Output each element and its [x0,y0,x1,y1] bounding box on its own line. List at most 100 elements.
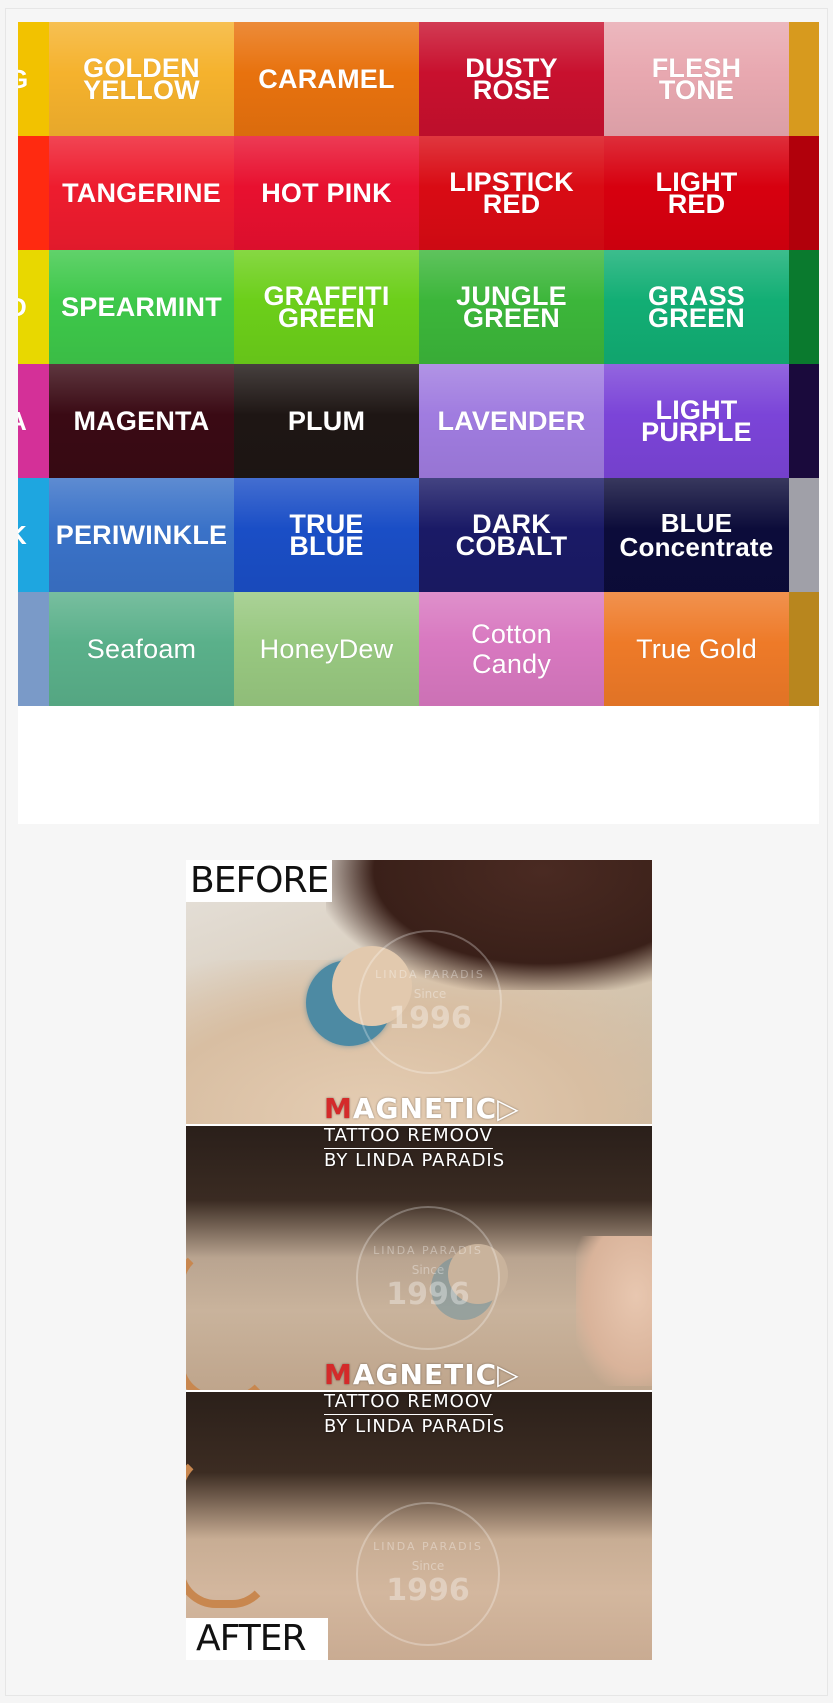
logo-tagline: TATTOO REMOOV [324,1390,493,1415]
logo-brand-initial: M [324,1092,353,1125]
color-swatch-partial: A [18,364,49,478]
color-swatch: Seafoam [49,592,234,706]
swatch-label: GRAFFITI GREEN [263,281,390,333]
color-swatch-partial: G [18,22,49,136]
color-swatch: LIPSTICK RED [419,136,604,250]
before-label: BEFORE [186,860,333,902]
magnetic-logo: MAGNETIC▷ TATTOO REMOOV BY LINDA PARADIS [324,1360,524,1439]
watermark-seal: LINDA PARADIS Since 1996 [356,1206,500,1350]
swatch-label: True Gold [636,634,757,664]
logo-byline: BY LINDA PARADIS [324,1150,506,1171]
color-swatch-partial [789,478,819,592]
color-swatch: HoneyDew [234,592,419,706]
chart-row: A MAGENTA PLUM LAVENDER LIGHT PURPLE [18,364,819,478]
watermark-since: Since [411,1263,445,1277]
swatch-label: Seafoam [86,634,197,664]
color-swatch: PERIWINKLE [49,478,234,592]
swatch-label-partial: K [18,522,31,548]
watermark-year: 1996 [386,1573,470,1608]
swatch-label: GOLDEN YELLOW [83,53,200,105]
color-swatch: GRAFFITI GREEN [234,250,419,364]
logo-brand: MAGNETIC▷ [324,1360,524,1390]
swatch-label: JUNGLE GREEN [456,281,567,333]
color-swatch: LIGHT PURPLE [604,364,789,478]
before-after-photo: LINDA PARADIS Since 1996 BEFORE LINDA PA… [186,860,652,1660]
swatch-label: BLUE Concentrate [619,508,774,562]
swatch-label: MAGENTA [73,406,210,436]
logo-brand: MAGNETIC▷ [324,1094,524,1124]
color-swatch: MAGENTA [49,364,234,478]
color-swatch: LIGHT RED [604,136,789,250]
swatch-label: SPEARMINT [61,292,222,322]
chair [186,1246,272,1390]
logo-arrow-icon: ▷ [497,1092,520,1125]
color-swatch: DUSTY ROSE [419,22,604,136]
color-swatch: BLUE Concentrate [604,478,789,592]
swatch-label: TRUE BLUE [289,509,364,561]
swatch-label: PERIWINKLE [55,520,228,550]
chair [186,1452,272,1608]
logo-byline: BY LINDA PARADIS [324,1416,506,1437]
color-swatch: Cotton Candy [419,592,604,706]
hand [576,1236,652,1386]
swatch-label: FLESH TONE [651,53,742,105]
color-swatch: FLESH TONE [604,22,789,136]
color-swatch-partial [18,136,49,250]
watermark-since: Since [411,1559,445,1573]
watermark-seal: LINDA PARADIS Since 1996 [356,1502,500,1646]
swatch-label: HOT PINK [261,178,392,208]
swatch-label: LIPSTICK RED [449,167,574,219]
chart-row: G GOLDEN YELLOW CARAMEL DUSTY ROSE FLESH TON… [18,22,819,136]
swatch-label: LAVENDER [437,406,586,436]
color-swatch: True Gold [604,592,789,706]
color-swatch: GRASS GREEN [604,250,789,364]
swatch-label: Cotton Candy [471,619,552,679]
swatch-label: HoneyDew [259,634,394,664]
chart-row: TANGERINE HOT PINK LIPSTICK RED LIGHT RED [18,136,819,250]
swatch-label: LIGHT RED [655,167,738,219]
watermark-seal: LINDA PARADIS Since 1996 [358,930,502,1074]
color-swatch: DARK COBALT [419,478,604,592]
after-label: AFTER [186,1618,328,1660]
color-swatch: LAVENDER [419,364,604,478]
chart-row: D SPEARMINT GRAFFITI GREEN JUNGLE GREEN GRAS… [18,250,819,364]
logo-brand-text: AGNETIC [352,1092,498,1125]
swatch-label: TANGERINE [62,178,221,208]
watermark-name: LINDA PARADIS [373,1244,483,1257]
logo-tagline: TATTOO REMOOV [324,1124,493,1149]
color-swatch-partial [789,22,819,136]
watermark-year: 1996 [386,1277,470,1312]
swatch-label: PLUM [287,406,366,436]
color-swatch-partial: K [18,478,49,592]
color-swatch-partial [789,250,819,364]
before-panel: LINDA PARADIS Since 1996 BEFORE [186,860,652,1124]
color-swatch: SPEARMINT [49,250,234,364]
logo-arrow-icon: ▷ [497,1358,520,1391]
tattoo-color-chart: G GOLDEN YELLOW CARAMEL DUSTY ROSE FLESH TON… [18,22,819,708]
color-swatch-partial [18,592,49,706]
swatch-label: LIGHT PURPLE [641,395,752,447]
color-swatch-partial [789,136,819,250]
swatch-label: GRASS GREEN [647,281,746,333]
color-swatch-partial [789,364,819,478]
chart-row: Seafoam HoneyDew Cotton Candy True Gold [18,592,819,706]
watermark-name: LINDA PARADIS [373,1540,483,1553]
color-swatch-partial: D [18,250,49,364]
chart-row: K PERIWINKLE TRUE BLUE DARK COBALT BLUE Conc… [18,478,819,592]
swatch-label-partial: G [18,64,29,94]
color-swatch: CARAMEL [234,22,419,136]
color-swatch: GOLDEN YELLOW [49,22,234,136]
swatch-label: DUSTY ROSE [465,53,558,105]
swatch-label: DARK COBALT [455,509,568,561]
swatch-label-partial: A [18,408,31,434]
color-swatch: TRUE BLUE [234,478,419,592]
logo-brand-initial: M [324,1358,353,1391]
color-swatch-partial [789,592,819,706]
watermark-name: LINDA PARADIS [375,968,485,981]
swatch-label: CARAMEL [258,64,395,94]
logo-brand-text: AGNETIC [352,1358,498,1391]
watermark-since: Since [413,987,447,1001]
watermark-year: 1996 [388,1001,472,1036]
magnetic-logo: MAGNETIC▷ TATTOO REMOOV BY LINDA PARADIS [324,1094,524,1173]
color-swatch: PLUM [234,364,419,478]
